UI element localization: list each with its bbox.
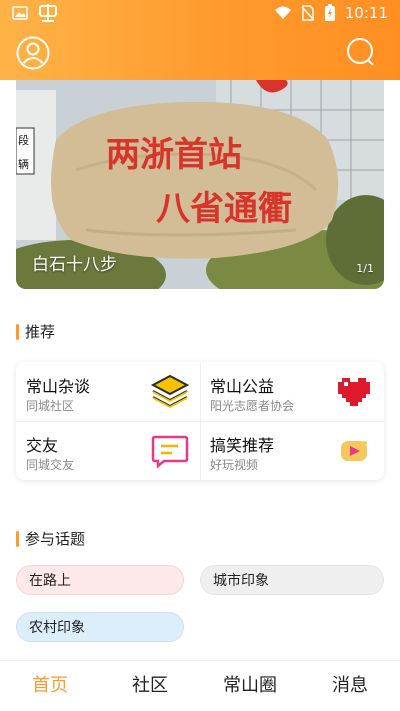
recommend-item-charity[interactable]: 常山公益 阳光志愿者协会 bbox=[200, 362, 384, 421]
banner-caption: 白石十八步 bbox=[32, 255, 117, 275]
recommend-grid: 常山杂谈 同城社区 常山公益 阳光志愿者协会 交友 同城交友 搞笑推荐 好玩视频 bbox=[16, 362, 384, 480]
topics-section-title: 参与话题 bbox=[16, 528, 85, 549]
recommend-item-title: 搞笑推荐 bbox=[210, 436, 275, 455]
topic-chip-rural-impression[interactable]: 农村印象 bbox=[16, 612, 184, 642]
banner-carousel[interactable]: 两浙首站 八省通衢 段 辆 白石十八步 1/1 bbox=[16, 80, 384, 289]
sign-char-1: 段 bbox=[18, 133, 29, 147]
recommend-item-title: 常山杂谈 bbox=[26, 377, 91, 396]
no-sim-icon bbox=[301, 5, 315, 21]
topics-title-text: 参与话题 bbox=[25, 530, 86, 548]
status-bar: 10:11 bbox=[0, 0, 400, 28]
nav-changshan-circle[interactable]: 常山圈 bbox=[200, 661, 300, 711]
recommend-item-subtitle: 好玩视频 bbox=[210, 458, 259, 472]
video-icon bbox=[341, 441, 367, 461]
recommend-item-funny[interactable]: 搞笑推荐 好玩视频 bbox=[200, 421, 384, 480]
search-icon bbox=[347, 38, 374, 66]
user-icon bbox=[16, 36, 50, 70]
recommend-item-friends[interactable]: 交友 同城交友 bbox=[16, 421, 200, 480]
stone-text-line1: 两浙首站 bbox=[106, 135, 242, 175]
recommend-item-subtitle: 阳光志愿者协会 bbox=[210, 399, 295, 413]
chat-icon bbox=[151, 435, 189, 469]
stone-text-line2: 八省通衢 bbox=[156, 189, 292, 229]
nav-messages[interactable]: 消息 bbox=[300, 661, 400, 711]
nav-community[interactable]: 社区 bbox=[100, 661, 200, 711]
section-accent-bar bbox=[16, 530, 19, 547]
recommend-item-title: 交友 bbox=[26, 436, 59, 455]
heart-icon bbox=[338, 378, 370, 406]
recommend-item-talk[interactable]: 常山杂谈 同城社区 bbox=[16, 362, 200, 421]
bottom-nav: 首页 社区 常山圈 消息 bbox=[0, 660, 400, 711]
topic-chip-on-the-road[interactable]: 在路上 bbox=[16, 565, 184, 595]
status-time: 10:11 bbox=[344, 4, 388, 22]
nav-home[interactable]: 首页 bbox=[0, 661, 100, 711]
recommend-item-title: 常山公益 bbox=[210, 377, 275, 396]
recommend-item-subtitle: 同城交友 bbox=[26, 458, 75, 472]
battery-icon bbox=[324, 4, 335, 21]
section-accent-bar bbox=[16, 323, 19, 340]
profile-button[interactable] bbox=[16, 36, 50, 70]
wifi-icon bbox=[274, 6, 291, 19]
search-button[interactable] bbox=[346, 36, 380, 70]
app-notification-icon bbox=[39, 4, 57, 22]
recommend-title-text: 推荐 bbox=[25, 323, 56, 341]
banner-page-index: 1/1 bbox=[356, 262, 374, 275]
recommend-section-title: 推荐 bbox=[16, 321, 55, 342]
recommend-item-subtitle: 同城社区 bbox=[26, 399, 75, 413]
topic-chip-city-impression[interactable]: 城市印象 bbox=[200, 565, 384, 595]
header-bar: 10:11 bbox=[0, 0, 400, 80]
image-notification-icon bbox=[12, 6, 28, 20]
sign-char-2: 辆 bbox=[18, 157, 29, 171]
app-root: 10:11 两浙首站 八省通衢 段 辆 白石十八步 1/1 推荐 常山杂谈 同城… bbox=[0, 0, 400, 711]
stack-icon bbox=[150, 374, 190, 408]
